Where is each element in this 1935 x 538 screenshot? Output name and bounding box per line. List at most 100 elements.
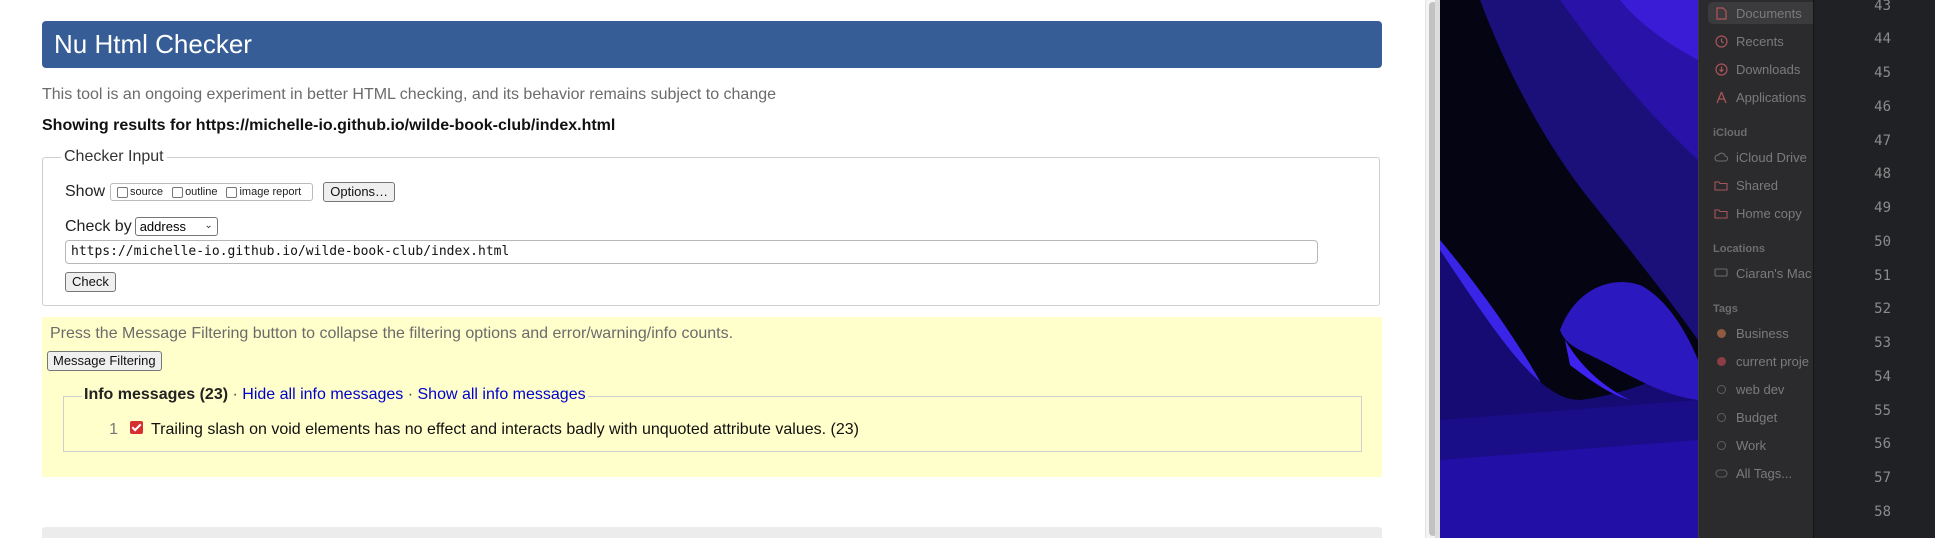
- locations-heading: Locations: [1713, 243, 1765, 255]
- sidebar-item-label: Budget: [1736, 409, 1778, 425]
- message-filter-panel: Press the Message Filtering button to co…: [42, 317, 1382, 477]
- sidebar-tag-current-project[interactable]: current proje: [1708, 350, 1813, 372]
- finder-sidebar: Documents Recents Downloads Applications…: [1698, 0, 1813, 538]
- checker-input-legend: Checker Input: [61, 148, 167, 166]
- check-button[interactable]: Check: [65, 272, 116, 292]
- show-options-group: source outline image report: [110, 183, 314, 201]
- sidebar-item-label: iCloud Drive: [1736, 149, 1807, 165]
- check-by-row: Check by address ⌄: [65, 217, 218, 236]
- source-label: source: [130, 186, 164, 198]
- sidebar-item-label: Work: [1736, 437, 1767, 453]
- cloud-icon: [1714, 150, 1728, 164]
- sidebar-item-downloads[interactable]: Downloads: [1708, 58, 1813, 80]
- sidebar-item-shared[interactable]: Shared: [1708, 174, 1813, 196]
- tag-dot-icon: [1714, 326, 1728, 340]
- show-all-info-link[interactable]: Show all info messages: [418, 386, 586, 403]
- sidebar-item-label: Home copy: [1736, 205, 1802, 221]
- sidebar-tag-budget[interactable]: Budget: [1708, 406, 1813, 428]
- sidebar-item-label: Applications: [1736, 89, 1807, 105]
- checker-page: Nu Html Checker This tool is an ongoing …: [0, 0, 1425, 538]
- line-number: 47: [1874, 133, 1891, 149]
- message-text: Trailing slash on void elements has no e…: [151, 421, 859, 438]
- line-number: 43: [1874, 0, 1891, 14]
- sidebar-item-icloud-drive[interactable]: iCloud Drive: [1708, 146, 1813, 168]
- sidebar-tag-web-dev[interactable]: web dev: [1708, 378, 1813, 400]
- line-number: 44: [1874, 31, 1891, 47]
- wallpaper-art: [1440, 0, 1698, 538]
- sidebar-item-applications[interactable]: Applications: [1708, 86, 1813, 108]
- info-message-row: 1 Trailing slash on void elements has no…: [104, 421, 859, 439]
- separator: ·: [407, 386, 414, 403]
- line-number: 52: [1874, 301, 1891, 317]
- download-icon: [1714, 62, 1728, 76]
- message-checkbox[interactable]: [130, 421, 143, 434]
- sidebar-item-label: Shared: [1736, 177, 1778, 193]
- sidebar-item-label: Recents: [1736, 33, 1784, 49]
- applications-icon: [1714, 90, 1728, 104]
- tag-circle-icon: [1714, 410, 1728, 424]
- image-report-checkbox[interactable]: [226, 186, 238, 198]
- line-number: 50: [1874, 234, 1891, 250]
- outline-label: outline: [185, 186, 218, 198]
- info-messages-legend: Info messages (23) · Hide all info messa…: [82, 386, 588, 404]
- show-label: Show: [65, 183, 106, 200]
- options-button[interactable]: Options…: [323, 182, 396, 202]
- separator: ·: [232, 386, 238, 403]
- editor-line-gutter: 43 44 45 46 47 48 49 50 51 52 53 54 55 5…: [1813, 0, 1935, 538]
- hide-all-info-link[interactable]: Hide all info messages: [242, 386, 403, 403]
- filtering-instructions: Press the Message Filtering button to co…: [50, 325, 734, 342]
- chevron-down-icon: ⌄: [204, 220, 213, 231]
- document-icon: [1714, 6, 1728, 20]
- folder-icon: [1714, 206, 1728, 220]
- tag-circle-icon: [1714, 382, 1728, 396]
- check-by-value: address: [139, 219, 186, 234]
- tagline: This tool is an ongoing experiment in be…: [42, 86, 777, 103]
- sidebar-item-label: Business: [1736, 325, 1789, 341]
- sidebar-item-label: All Tags...: [1736, 465, 1793, 481]
- message-number: 1: [109, 421, 118, 438]
- sidebar-item-documents[interactable]: Documents: [1708, 2, 1813, 24]
- tag-dot-icon: [1714, 354, 1728, 368]
- sidebar-item-recents[interactable]: Recents: [1708, 30, 1813, 52]
- line-number: 48: [1874, 166, 1891, 182]
- tag-circle-icon: [1714, 438, 1728, 452]
- sidebar-item-home-copy[interactable]: Home copy: [1708, 202, 1813, 224]
- line-number: 56: [1874, 436, 1891, 452]
- info-messages-title: Info messages (23): [84, 386, 229, 403]
- header-bar: Nu Html Checker: [42, 21, 1382, 68]
- tags-heading: Tags: [1713, 303, 1738, 315]
- image-report-label: image report: [239, 186, 302, 198]
- all-tags-icon: [1714, 466, 1728, 480]
- computer-icon: [1714, 266, 1728, 280]
- message-filtering-button[interactable]: Message Filtering: [47, 351, 162, 371]
- desktop-wallpaper: [1440, 0, 1698, 538]
- line-number: 46: [1874, 99, 1891, 115]
- source-checkbox[interactable]: [117, 186, 129, 198]
- check-by-label: Check by: [65, 217, 132, 235]
- check-by-select[interactable]: address ⌄: [134, 217, 218, 236]
- results-heading: Showing results for https://michelle-io.…: [42, 117, 616, 134]
- line-number: 55: [1874, 403, 1891, 419]
- page-title: Nu Html Checker: [54, 29, 252, 59]
- sidebar-item-mac[interactable]: Ciaran's Mac: [1708, 262, 1813, 284]
- clock-icon: [1714, 34, 1728, 48]
- sidebar-tag-work[interactable]: Work: [1708, 434, 1813, 456]
- sidebar-item-label: Ciaran's Mac: [1736, 265, 1812, 281]
- url-input[interactable]: https://michelle-io.github.io/wilde-book…: [65, 240, 1318, 264]
- line-number: 45: [1874, 65, 1891, 81]
- outline-checkbox[interactable]: [172, 186, 184, 198]
- line-number: 53: [1874, 335, 1891, 351]
- sidebar-item-label: Documents: [1736, 5, 1802, 21]
- line-number: 51: [1874, 268, 1891, 284]
- checker-input-fieldset: Checker Input Show source outline image …: [42, 148, 1380, 306]
- sidebar-all-tags[interactable]: All Tags...: [1708, 462, 1813, 484]
- line-number: 57: [1874, 470, 1891, 486]
- line-number: 58: [1874, 504, 1891, 520]
- shared-folder-icon: [1714, 178, 1728, 192]
- sidebar-item-label: current proje: [1736, 353, 1809, 369]
- sidebar-item-label: web dev: [1736, 381, 1785, 397]
- sidebar-item-label: Downloads: [1736, 61, 1801, 77]
- next-section-edge: [42, 527, 1382, 538]
- line-number: 54: [1874, 369, 1891, 385]
- sidebar-tag-business[interactable]: Business: [1708, 322, 1813, 344]
